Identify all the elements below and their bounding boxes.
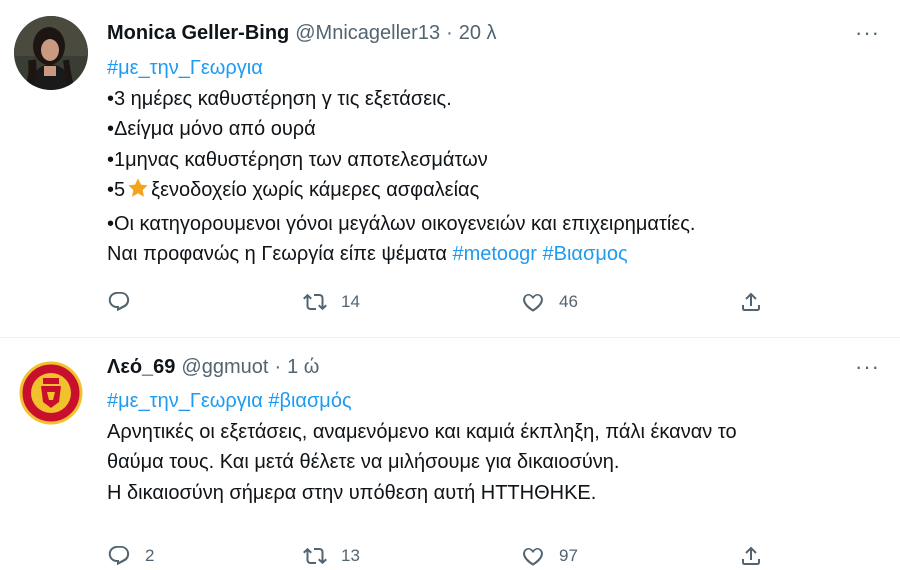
timestamp[interactable]: 20 λ: [459, 20, 497, 46]
reply-icon: [108, 546, 130, 566]
retweet-count: 13: [341, 546, 360, 565]
share-icon: [742, 292, 760, 311]
hashtag[interactable]: #metoogr: [452, 243, 537, 265]
author-name[interactable]: Λεό_69: [107, 354, 175, 380]
reply-count: 2: [145, 546, 155, 565]
tweet-2[interactable]: Λεό_69 @ggmuot · 1 ώ ··· #με_την_Γεωργια…: [0, 338, 900, 570]
line-suffix: ξενοδοχείο χωρίς κάμερες ασφαλείας: [151, 179, 480, 201]
retweet-icon: [303, 547, 327, 565]
share-button[interactable]: [739, 544, 763, 568]
like-count: 97: [559, 546, 578, 565]
timestamp[interactable]: 1 ώ: [287, 354, 319, 380]
tweet-line: •Οι κατηγορουμενοι γόνοι μεγάλων οικογεν…: [107, 212, 696, 235]
reply-icon: [108, 292, 130, 312]
author-handle[interactable]: @ggmuot: [181, 354, 268, 380]
retweet-button[interactable]: 13: [303, 544, 360, 568]
like-button[interactable]: 97: [521, 544, 578, 568]
like-icon: [523, 547, 543, 566]
tweet-line: Η δικαιοσύνη σήμερα στην υπόθεση αυτή ΗΤ…: [107, 481, 597, 504]
avatar[interactable]: [14, 356, 88, 430]
tweet-line: •Δείγμα μόνο από ουρά: [107, 118, 316, 140]
author-name[interactable]: Monica Geller-Bing: [107, 20, 289, 46]
retweet-count: 14: [341, 292, 360, 311]
tweet-line: •1μηνας καθυστέρηση των αποτελεσμάτων: [107, 148, 488, 171]
separator: ·: [274, 356, 282, 378]
hashtag[interactable]: #βιασμός: [268, 390, 351, 412]
retweet-icon: [303, 293, 327, 311]
avatar[interactable]: [14, 16, 88, 90]
like-icon: [523, 293, 543, 312]
like-button[interactable]: 46: [521, 290, 578, 314]
share-button[interactable]: [739, 290, 763, 314]
tweet-1[interactable]: Monica Geller-Bing @Mnicageller13 · 20 λ…: [0, 0, 900, 338]
more-icon[interactable]: ···: [855, 354, 880, 380]
hashtag[interactable]: #με_την_Γεωργια: [107, 390, 263, 412]
tweet-line: Αρνητικές οι εξετάσεις, αναμενόμενο και …: [107, 420, 737, 443]
tweet-content: Λεό_69 @ggmuot · 1 ώ ··· #με_την_Γεωργια…: [107, 354, 880, 566]
tweet-line: #με_την_Γεωργια #βιασμός: [107, 386, 880, 417]
tweet-content: Monica Geller-Bing @Mnicageller13 · 20 λ…: [107, 20, 880, 312]
more-icon[interactable]: ···: [855, 20, 880, 46]
line-prefix: •5: [107, 179, 126, 201]
author-handle[interactable]: @Mnicageller13: [295, 20, 440, 46]
reply-button[interactable]: 2: [107, 544, 154, 568]
like-count: 46: [559, 292, 578, 311]
hashtag[interactable]: #με_την_Γεωργια: [107, 53, 880, 84]
separator: ·: [446, 22, 453, 44]
star-emoji: [127, 177, 149, 209]
retweet-button[interactable]: 14: [303, 290, 360, 314]
hashtag[interactable]: #Βιασμος: [543, 243, 628, 265]
tweet-line: Ναι προφανώς η Γεωργία είπε ψέματα #meto…: [107, 239, 880, 270]
tweet-header: Λεό_69 @ggmuot · 1 ώ: [107, 354, 880, 380]
share-icon: [742, 546, 760, 565]
tweet-line: •3 ημέρες καθυστέρηση γ τις εξετάσεις.: [107, 87, 452, 110]
reply-button[interactable]: [107, 290, 145, 314]
tweet-line: •5 ξενοδοχείο χωρίς κάμερες ασφαλείας: [107, 175, 880, 209]
tweet-line: θαύμα τους. Και μετά θέλετε να μιλήσουμε…: [107, 451, 620, 473]
line-text: Ναι προφανώς η Γεωργία είπε ψέματα: [107, 243, 453, 265]
tweet-header: Monica Geller-Bing @Mnicageller13 · 20 λ: [107, 20, 880, 46]
